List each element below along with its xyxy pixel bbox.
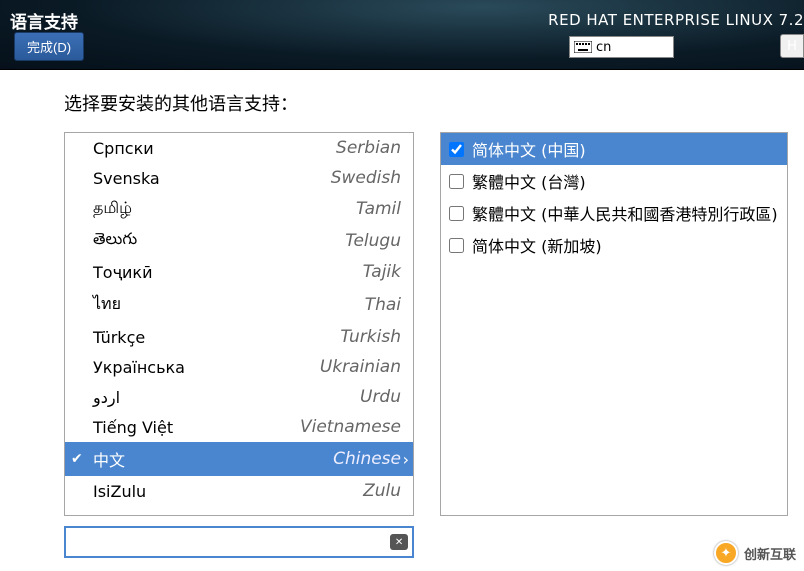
locale-row[interactable]: 简体中文 (中国) xyxy=(441,133,787,165)
language-native-name: Тоҷикӣ xyxy=(93,263,152,282)
language-row[interactable]: Tiếng Việt Vietnamese xyxy=(65,412,413,442)
language-english-name: Urdu xyxy=(360,387,401,407)
watermark: ✦ 创新互联 xyxy=(714,541,796,565)
language-english-name: Vietnamese xyxy=(300,417,401,437)
language-english-name: Telugu xyxy=(345,231,401,251)
locale-checkbox[interactable] xyxy=(449,174,464,189)
locale-row[interactable]: 简体中文 (新加坡) xyxy=(441,229,787,261)
language-english-name: Tajik xyxy=(363,262,401,282)
content-area: 选择要安装的其他语言支持： Српски Serbian Svenska Swedis… xyxy=(0,70,804,558)
language-native-name: Svenska xyxy=(93,169,160,188)
language-english-name: Ukrainian xyxy=(320,357,401,377)
language-row[interactable]: IsiZulu Zulu xyxy=(65,476,413,506)
language-english-name: Thai xyxy=(365,295,401,315)
search-box[interactable]: ✕ xyxy=(64,526,414,558)
locale-checkbox[interactable] xyxy=(449,238,464,253)
language-english-name: Zulu xyxy=(363,481,401,501)
product-label: RED HAT ENTERPRISE LINUX 7.2 xyxy=(548,11,804,29)
chevron-right-icon: › xyxy=(403,450,409,469)
language-native-name: اردو xyxy=(93,388,120,407)
language-native-name: ไทย xyxy=(93,292,121,317)
locale-list[interactable]: 简体中文 (中国) 繁體中文 (台灣) 繁體中文 (中華人民共和國香港特別行政區) 简… xyxy=(440,132,788,516)
search-input[interactable] xyxy=(66,528,386,556)
language-native-name: Українська xyxy=(93,358,185,377)
language-row[interactable]: ไทย Thai xyxy=(65,287,413,322)
language-row[interactable]: Українська Ukrainian xyxy=(65,352,413,382)
watermark-logo-icon: ✦ xyxy=(714,541,738,565)
subtitle: 选择要安装的其他语言支持： xyxy=(64,90,804,116)
locale-label: 简体中文 (中国) xyxy=(472,137,586,161)
done-button[interactable]: 完成(D) xyxy=(14,32,84,61)
language-row[interactable]: తెలుగు Telugu xyxy=(65,224,413,257)
clear-search-icon[interactable]: ✕ xyxy=(390,534,408,550)
language-native-name: Tiếng Việt xyxy=(93,418,173,437)
locale-label: 简体中文 (新加坡) xyxy=(472,233,602,257)
language-native-name: தமிழ் xyxy=(93,198,132,219)
watermark-text: 创新互联 xyxy=(744,544,796,563)
language-native-name: IsiZulu xyxy=(93,482,146,501)
locale-label: 繁體中文 (台灣) xyxy=(472,169,586,193)
language-native-name: Српски xyxy=(93,139,154,158)
language-row[interactable]: Türkçe Turkish xyxy=(65,322,413,352)
keyboard-layout-label: cn xyxy=(596,40,611,55)
language-english-name: Serbian xyxy=(336,138,401,158)
language-row[interactable]: اردو Urdu xyxy=(65,382,413,412)
language-row[interactable]: Српски Serbian xyxy=(65,133,413,163)
locale-row[interactable]: 繁體中文 (中華人民共和國香港特別行政區) xyxy=(441,197,787,229)
locale-row[interactable]: 繁體中文 (台灣) xyxy=(441,165,787,197)
header-bar: 语言支持 完成(D) RED HAT ENTERPRISE LINUX 7.2 … xyxy=(0,0,804,70)
language-row[interactable]: Тоҷикӣ Tajik xyxy=(65,257,413,287)
language-english-name: Tamil xyxy=(356,199,401,219)
locale-checkbox[interactable] xyxy=(449,206,464,221)
language-english-name: Turkish xyxy=(340,327,401,347)
language-english-name: Swedish xyxy=(331,168,401,188)
page-title: 语言支持 xyxy=(10,8,78,33)
language-row[interactable]: ✔ 中文 Chinese› xyxy=(65,442,413,476)
locale-label: 繁體中文 (中華人民共和國香港特別行政區) xyxy=(472,201,778,225)
keyboard-icon xyxy=(574,41,592,53)
check-icon: ✔ xyxy=(71,451,83,467)
language-native-name: తెలుగు xyxy=(93,229,137,252)
language-english-name: Chinese xyxy=(333,449,401,469)
help-button[interactable]: H xyxy=(780,34,804,58)
locale-checkbox[interactable] xyxy=(449,142,464,157)
keyboard-layout-button[interactable]: cn xyxy=(569,36,674,58)
language-native-name: Türkçe xyxy=(93,328,145,347)
language-row[interactable]: Svenska Swedish xyxy=(65,163,413,193)
language-native-name: 中文 xyxy=(93,447,125,471)
language-list[interactable]: Српски Serbian Svenska Swedish தமிழ் Tamil తెల… xyxy=(64,132,414,516)
language-row[interactable]: தமிழ் Tamil xyxy=(65,193,413,224)
